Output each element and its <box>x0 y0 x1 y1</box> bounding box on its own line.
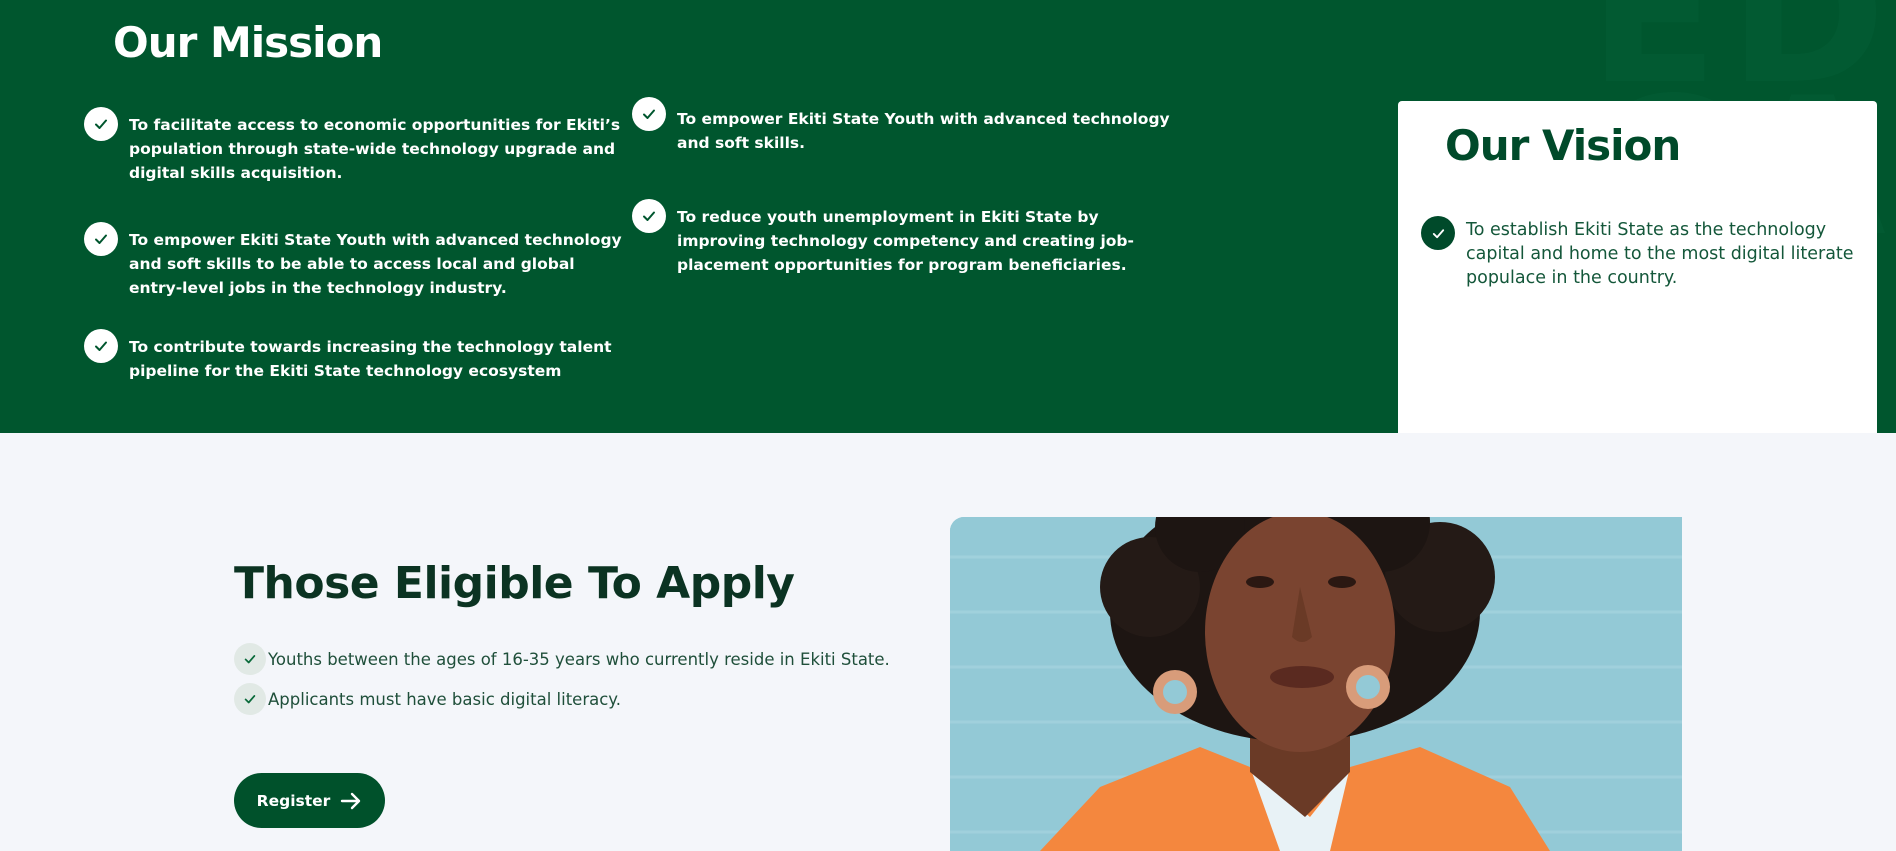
arrow-right-icon <box>341 792 361 809</box>
eligibility-item: Youths between the ages of 16-35 years w… <box>234 643 890 675</box>
check-icon <box>632 199 666 233</box>
woman-portrait-illustration <box>950 517 1682 851</box>
mission-item-text: To contribute towards increasing the tec… <box>129 338 612 380</box>
mission-item: To contribute towards increasing the tec… <box>84 329 624 383</box>
mission-item-text: To facilitate access to economic opportu… <box>129 116 621 182</box>
mission-title: Our Mission <box>113 18 383 67</box>
check-icon <box>632 97 666 131</box>
eligibility-title: Those Eligible To Apply <box>234 558 795 609</box>
eligibility-item: Applicants must have basic digital liter… <box>234 683 621 715</box>
check-icon <box>1421 216 1455 250</box>
check-icon <box>84 107 118 141</box>
check-icon <box>84 222 118 256</box>
mission-item: To empower Ekiti State Youth with advanc… <box>632 97 1172 155</box>
vision-card: Our Vision To establish Ekiti State as t… <box>1398 101 1877 433</box>
mission-item-text: To reduce youth unemployment in Ekiti St… <box>677 208 1134 274</box>
check-icon <box>234 643 266 675</box>
check-icon <box>234 683 266 715</box>
mission-item-text: To empower Ekiti State Youth with advanc… <box>129 231 622 297</box>
register-button[interactable]: Register <box>234 773 385 828</box>
register-button-label: Register <box>256 791 331 810</box>
vision-title: Our Vision <box>1445 121 1681 170</box>
mission-item-text: To empower Ekiti State Youth with advanc… <box>677 110 1170 152</box>
eligibility-item-text: Youths between the ages of 16-35 years w… <box>268 649 890 669</box>
applicant-photo <box>950 517 1682 851</box>
eligibility-item-text: Applicants must have basic digital liter… <box>268 689 621 709</box>
vision-item: To establish Ekiti State as the technolo… <box>1421 216 1866 290</box>
mission-item: To facilitate access to economic opportu… <box>84 107 624 185</box>
mission-item: To reduce youth unemployment in Ekiti St… <box>632 199 1172 277</box>
check-icon <box>84 329 118 363</box>
vision-text: To establish Ekiti State as the technolo… <box>1466 220 1854 288</box>
mission-item: To empower Ekiti State Youth with advanc… <box>84 222 624 300</box>
